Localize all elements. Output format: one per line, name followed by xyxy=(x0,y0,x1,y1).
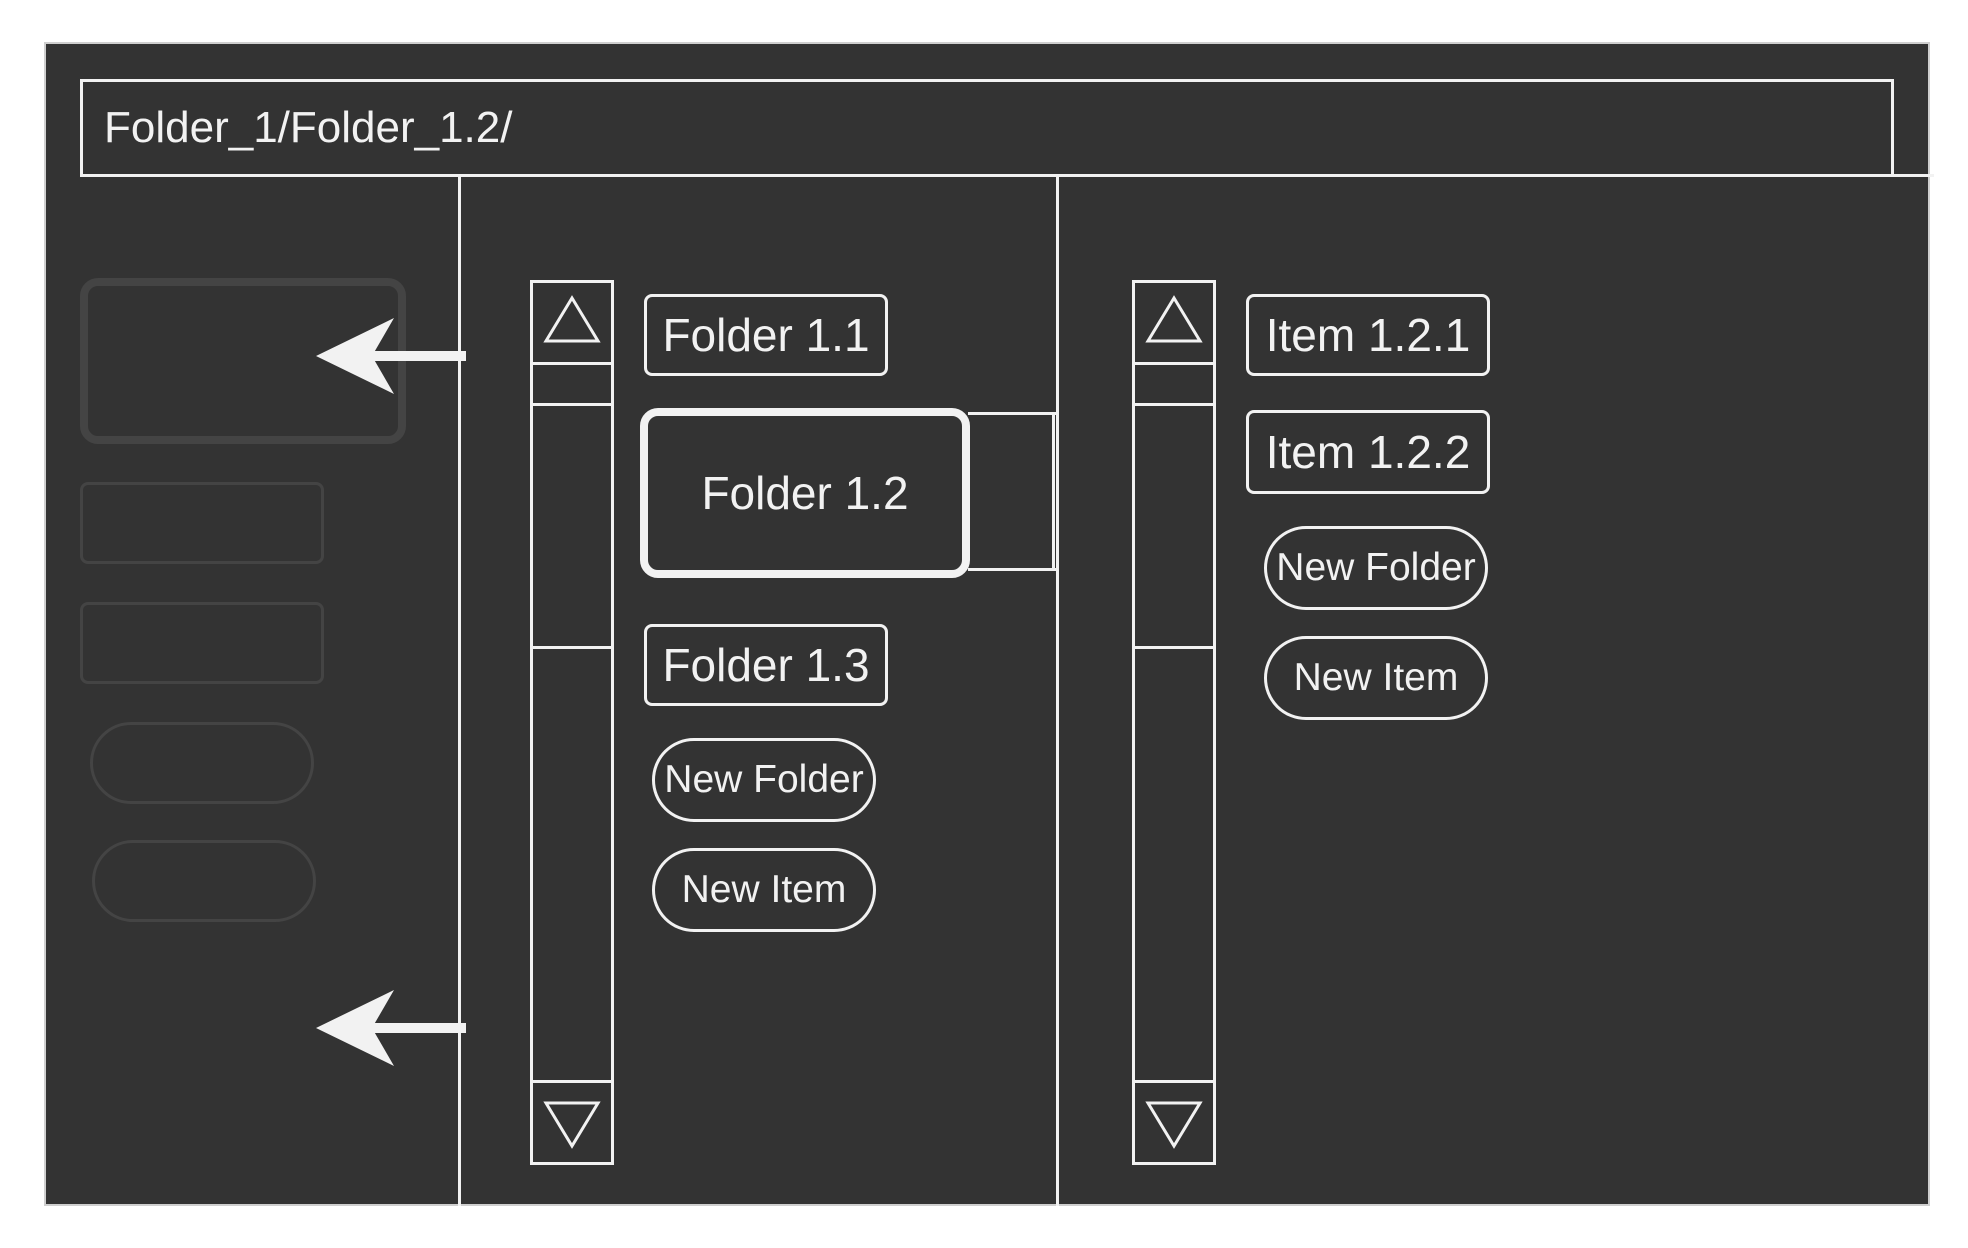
item-entry[interactable]: Item 1.2.2 xyxy=(1246,410,1490,494)
scrollbar[interactable] xyxy=(530,280,614,1165)
column-divider xyxy=(1056,176,1059,1206)
ghost-item xyxy=(80,482,324,564)
scroll-thumb[interactable] xyxy=(1135,403,1213,649)
scroll-up-button[interactable] xyxy=(1135,283,1213,365)
item-entry[interactable]: Item 1.2.1 xyxy=(1246,294,1490,376)
scroll-down-arrow-icon xyxy=(1145,1101,1203,1149)
new-folder-button[interactable]: New Folder xyxy=(652,738,876,822)
folder-item-selected[interactable]: Folder 1.2 xyxy=(640,408,970,578)
folder-item[interactable]: Folder 1.1 xyxy=(644,294,888,376)
new-item-button[interactable]: New Item xyxy=(1264,636,1488,720)
scroll-down-arrow-icon xyxy=(543,1101,601,1149)
scroll-down-button[interactable] xyxy=(1135,1080,1213,1162)
scroll-up-arrow-icon xyxy=(1145,295,1203,343)
scroll-down-button[interactable] xyxy=(533,1080,611,1162)
scroll-up-button[interactable] xyxy=(533,283,611,365)
scroll-thumb[interactable] xyxy=(533,403,611,649)
header-divider xyxy=(1892,174,1934,177)
new-folder-label: New Folder xyxy=(1276,546,1476,589)
folder-item-label: Folder 1.1 xyxy=(662,309,870,361)
new-folder-label: New Folder xyxy=(664,758,864,801)
new-item-button[interactable]: New Item xyxy=(652,848,876,932)
new-folder-button[interactable]: New Folder xyxy=(1264,526,1488,610)
left-arrow-icon xyxy=(316,990,466,1066)
item-entry-label: Item 1.2.1 xyxy=(1265,309,1471,361)
ghost-pill xyxy=(92,840,316,922)
new-item-label: New Item xyxy=(681,868,847,911)
folder-item[interactable]: Folder 1.3 xyxy=(644,624,888,706)
new-item-label: New Item xyxy=(1293,656,1459,699)
header-divider xyxy=(460,174,1894,177)
scrollbar[interactable] xyxy=(1132,280,1216,1165)
path-bar-text: Folder_1/Folder_1.2/ xyxy=(104,103,513,152)
selection-connector xyxy=(1052,412,1055,571)
ghost-item xyxy=(80,602,324,684)
item-entry-label: Item 1.2.2 xyxy=(1265,426,1471,478)
scroll-up-arrow-icon xyxy=(543,295,601,343)
folder-item-label: Folder 1.2 xyxy=(701,467,909,519)
left-arrow-icon xyxy=(316,318,466,394)
selection-connector xyxy=(968,412,1058,415)
selection-connector xyxy=(968,568,1058,571)
ghost-pill xyxy=(90,722,314,804)
folder-item-label: Folder 1.3 xyxy=(662,639,870,691)
